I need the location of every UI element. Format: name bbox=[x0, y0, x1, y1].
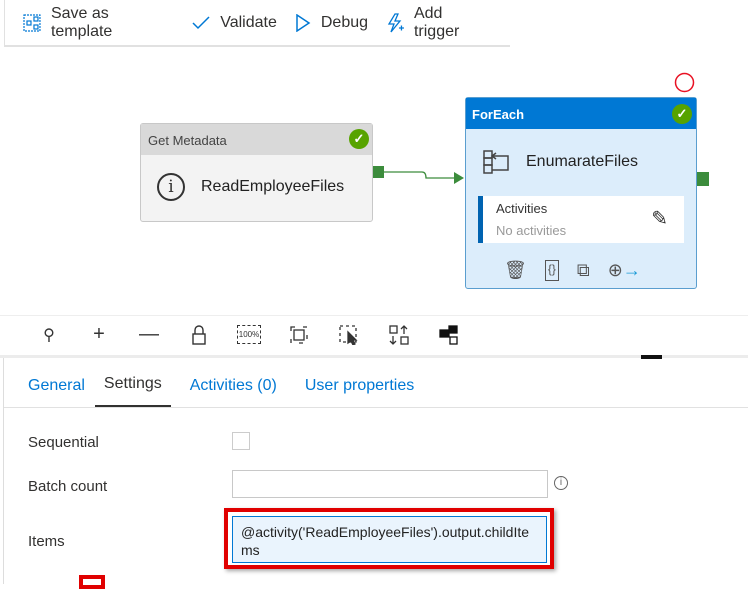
validate-button[interactable]: Validate bbox=[192, 14, 277, 32]
divider bbox=[0, 355, 748, 358]
output-port[interactable] bbox=[697, 172, 709, 186]
tab-settings[interactable]: Settings bbox=[94, 375, 171, 407]
pipeline-toolbar: Save as template Validate Debug Add trig… bbox=[4, 0, 510, 47]
batch-count-label: Batch count bbox=[28, 478, 108, 495]
get-metadata-activity[interactable]: Get Metadata ✓ i ReadEmployeeFiles bbox=[140, 123, 373, 222]
output-port[interactable] bbox=[373, 166, 384, 178]
layout-icon[interactable] bbox=[430, 322, 468, 348]
zoom-100-label: 100% bbox=[236, 325, 262, 344]
activity-type: Get Metadata bbox=[141, 124, 372, 155]
items-input[interactable]: @activity('ReadEmployeeFiles').output.ch… bbox=[232, 516, 547, 563]
properties-tabs: General Settings Activities (0) User pro… bbox=[4, 360, 433, 407]
zoom-out-icon[interactable]: — bbox=[130, 322, 168, 348]
auto-align-icon[interactable] bbox=[380, 322, 418, 348]
tab-user-properties[interactable]: User properties bbox=[296, 377, 423, 407]
zoom-100-icon[interactable]: 100% bbox=[230, 322, 268, 348]
canvas-toolbar: ⚲ + — 100% bbox=[0, 315, 748, 353]
play-icon bbox=[296, 13, 311, 32]
edit-pencil-icon[interactable]: ✎ bbox=[651, 206, 668, 231]
search-icon[interactable]: ⚲ bbox=[30, 322, 68, 348]
copy-icon[interactable]: ⧉ bbox=[577, 260, 590, 281]
fit-to-screen-icon[interactable] bbox=[280, 322, 318, 348]
connector-arrow bbox=[384, 171, 464, 184]
sequential-checkbox[interactable] bbox=[232, 432, 250, 450]
foreach-activity[interactable]: ForEach ✓ EnumarateFiles Activities No a… bbox=[465, 97, 697, 289]
template-icon bbox=[23, 13, 41, 32]
lightning-icon bbox=[387, 12, 404, 32]
save-as-template-label: Save as template bbox=[50, 4, 113, 40]
divider bbox=[4, 407, 748, 408]
activity-name: EnumarateFiles bbox=[526, 153, 639, 170]
red-circle-marker bbox=[674, 72, 695, 93]
highlight-box bbox=[79, 575, 105, 589]
select-pointer-icon[interactable] bbox=[330, 322, 368, 348]
activity-type: ForEach bbox=[466, 98, 696, 129]
success-check-icon: ✓ bbox=[672, 104, 692, 124]
debug-label: Debug bbox=[320, 13, 369, 31]
code-icon[interactable]: {} bbox=[544, 260, 559, 281]
activities-value: No activities bbox=[496, 223, 567, 238]
items-label: Items bbox=[28, 533, 65, 550]
success-check-icon: ✓ bbox=[349, 129, 369, 149]
add-trigger-button[interactable]: Add trigger bbox=[386, 5, 492, 41]
sequential-label: Sequential bbox=[28, 434, 99, 451]
add-trigger-label: Add trigger bbox=[413, 4, 460, 40]
activities-label: Activities bbox=[496, 201, 548, 216]
tab-activities[interactable]: Activities (0) bbox=[181, 377, 286, 407]
resize-handle[interactable] bbox=[641, 355, 662, 359]
debug-button[interactable]: Debug bbox=[295, 13, 369, 32]
add-output-icon[interactable]: ⊕→ bbox=[608, 260, 641, 281]
inner-activities-panel[interactable]: Activities No activities ✎ bbox=[478, 196, 684, 243]
checkmark-icon bbox=[192, 15, 210, 29]
info-icon[interactable]: i bbox=[554, 476, 568, 490]
validate-label: Validate bbox=[220, 13, 277, 31]
tab-general[interactable]: General bbox=[4, 377, 85, 407]
zoom-in-icon[interactable]: + bbox=[80, 322, 118, 348]
lock-icon[interactable] bbox=[180, 322, 218, 348]
batch-count-input[interactable] bbox=[232, 470, 548, 498]
activity-name: ReadEmployeeFiles bbox=[201, 178, 345, 195]
save-as-template-button[interactable]: Save as template bbox=[23, 5, 174, 41]
delete-icon[interactable]: 🗑 bbox=[504, 260, 527, 281]
foreach-icon bbox=[483, 150, 509, 174]
info-icon: i bbox=[157, 173, 185, 201]
